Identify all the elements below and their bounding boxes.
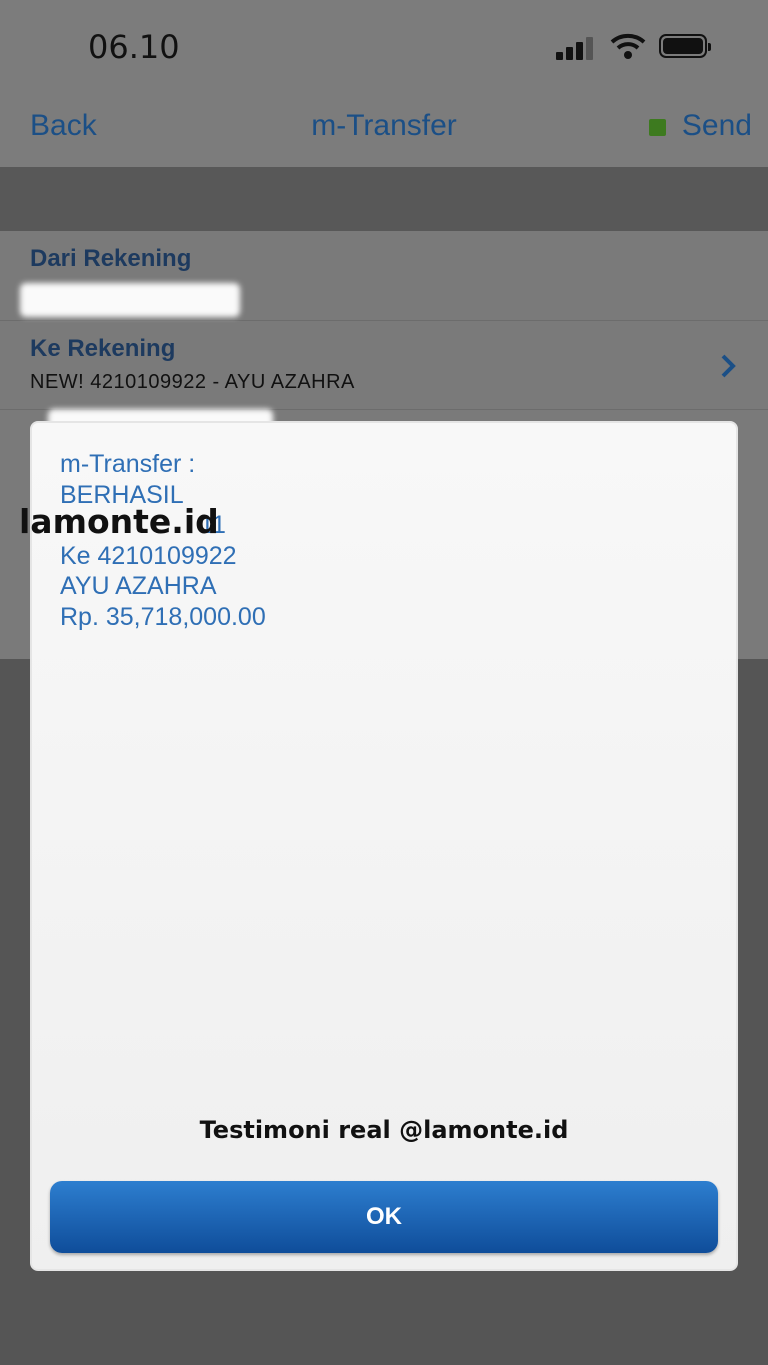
battery-icon [659,34,711,58]
message-line-title: m-Transfer : [60,450,196,478]
signal-icon [556,36,596,60]
to-account-label: Ke Rekening [30,335,176,362]
status-bar: 06.10 [0,0,768,95]
watermark-caption: Testimoni real @lamonte.id [199,1116,569,1144]
redacted-account-number [20,283,240,317]
wifi-icon [610,33,646,59]
watermark-logo: lamonte.id [19,502,219,541]
status-time: 06.10 [88,28,180,66]
chevron-right-icon [721,354,736,378]
message-line-account: Ke 4210109922 [60,541,237,570]
from-account-label: Dari Rekening [30,245,192,272]
to-account-row[interactable]: Ke Rekening NEW! 4210109922 - AYU AZAHRA [0,320,768,410]
message-line-name: AYU AZAHRA [60,572,217,600]
section-spacer [0,167,768,231]
from-account-row[interactable]: Dari Rekening [0,231,768,321]
nav-bar: Back m-Transfer Send [0,95,768,167]
ok-button[interactable]: OK [50,1181,718,1253]
send-status-icon [649,119,666,136]
to-account-value: NEW! 4210109922 - AYU AZAHRA [30,371,355,393]
message-line-amount: Rp. 35,718,000.00 [60,602,266,631]
send-button[interactable]: Send [682,109,752,143]
